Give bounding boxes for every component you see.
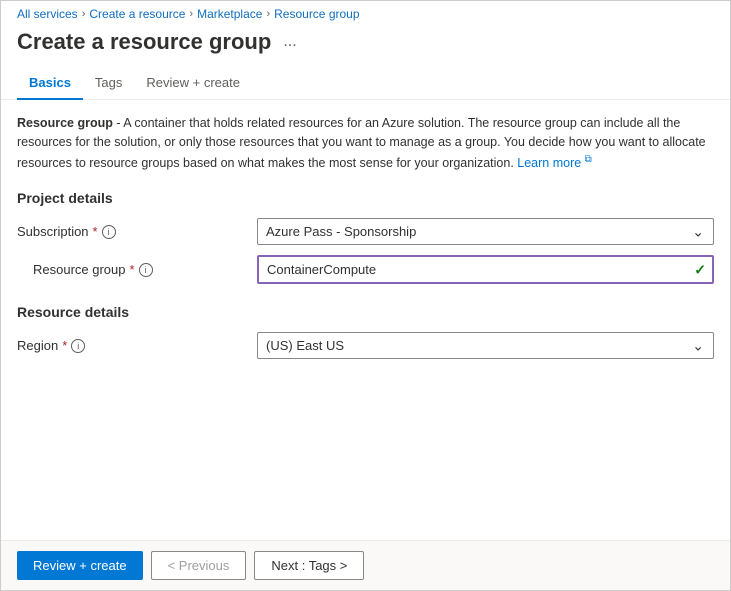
- project-details-title: Project details: [17, 190, 714, 206]
- region-info-icon[interactable]: i: [71, 339, 85, 353]
- azure-portal-window: All services › Create a resource › Marke…: [0, 0, 731, 591]
- breadcrumb-sep-2: ›: [189, 8, 193, 20]
- project-details-section: Project details Subscription * i Azure P…: [17, 190, 714, 284]
- tab-tags[interactable]: Tags: [83, 67, 134, 100]
- page-title: Create a resource group: [17, 29, 271, 55]
- breadcrumb-resource-group[interactable]: Resource group: [274, 7, 359, 21]
- subscription-row: Subscription * i Azure Pass - Sponsorshi…: [17, 218, 714, 245]
- main-content: Resource group - A container that holds …: [1, 100, 730, 540]
- review-create-button[interactable]: Review + create: [17, 551, 143, 580]
- subscription-input-col: Azure Pass - Sponsorship: [257, 218, 714, 245]
- breadcrumb: All services › Create a resource › Marke…: [1, 1, 730, 25]
- subscription-select-wrapper: Azure Pass - Sponsorship: [257, 218, 714, 245]
- resource-group-input-wrapper: [257, 255, 714, 284]
- tabs-bar: Basics Tags Review + create: [1, 67, 730, 100]
- region-select-wrapper: (US) East US (US) West US (EU) West Euro…: [257, 332, 714, 359]
- breadcrumb-sep-3: ›: [266, 8, 270, 20]
- page-header: Create a resource group ...: [1, 25, 730, 67]
- subscription-required: *: [93, 224, 98, 239]
- subscription-label-col: Subscription * i: [17, 224, 257, 239]
- resource-group-row: Resource group * i: [17, 255, 714, 284]
- resource-group-required: *: [130, 262, 135, 277]
- previous-button[interactable]: < Previous: [151, 551, 247, 580]
- resource-group-input-col: [257, 255, 714, 284]
- learn-more-link[interactable]: Learn more ⧉: [517, 156, 592, 170]
- region-label-col: Region * i: [17, 338, 257, 353]
- tab-basics[interactable]: Basics: [17, 67, 83, 100]
- breadcrumb-marketplace[interactable]: Marketplace: [197, 7, 262, 21]
- footer: Review + create < Previous Next : Tags >: [1, 540, 730, 590]
- region-row: Region * i (US) East US (US) West US (EU…: [17, 332, 714, 359]
- resource-details-title: Resource details: [17, 304, 714, 320]
- subscription-info-icon[interactable]: i: [102, 225, 116, 239]
- subscription-label: Subscription: [17, 224, 89, 239]
- ellipsis-menu-button[interactable]: ...: [279, 31, 300, 53]
- resource-group-label-col: Resource group * i: [17, 262, 257, 277]
- region-required: *: [62, 338, 67, 353]
- breadcrumb-sep-1: ›: [82, 8, 86, 20]
- tab-review-create[interactable]: Review + create: [134, 67, 252, 100]
- resource-details-section: Resource details Region * i (US) East US…: [17, 304, 714, 359]
- breadcrumb-create-resource[interactable]: Create a resource: [89, 7, 185, 21]
- region-label: Region: [17, 338, 58, 353]
- resource-group-input[interactable]: [257, 255, 714, 284]
- region-input-col: (US) East US (US) West US (EU) West Euro…: [257, 332, 714, 359]
- subscription-dropdown[interactable]: Azure Pass - Sponsorship: [257, 218, 714, 245]
- resource-group-label: Resource group: [33, 262, 126, 277]
- description-box: Resource group - A container that holds …: [17, 114, 714, 172]
- description-text: Resource group - A container that holds …: [17, 116, 706, 170]
- breadcrumb-all-services[interactable]: All services: [17, 7, 78, 21]
- region-dropdown[interactable]: (US) East US (US) West US (EU) West Euro…: [257, 332, 714, 359]
- next-button[interactable]: Next : Tags >: [254, 551, 364, 580]
- resource-group-info-icon[interactable]: i: [139, 263, 153, 277]
- external-link-icon: ⧉: [585, 154, 592, 165]
